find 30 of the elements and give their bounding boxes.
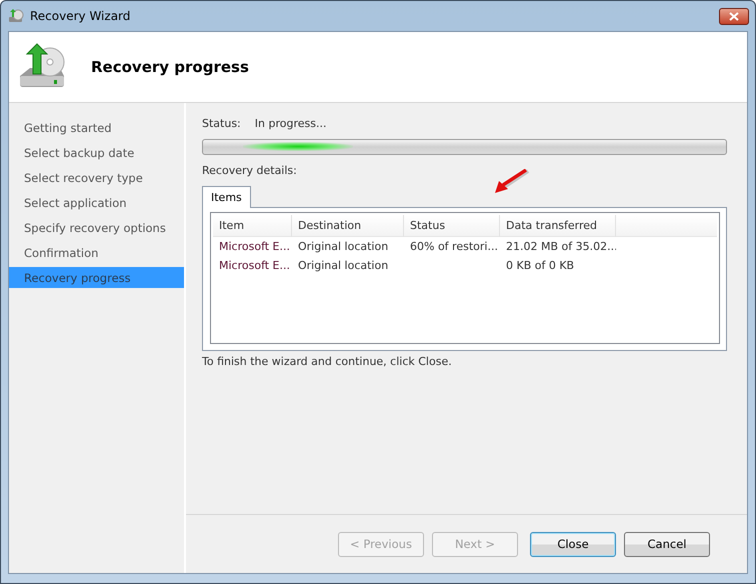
step-item[interactable]: Select backup date — [9, 140, 184, 165]
page-title: Recovery progress — [91, 58, 249, 76]
table-cell-text: Microsoft E... — [218, 239, 291, 255]
close-icon — [729, 12, 739, 20]
table-cell-text: Original location — [297, 258, 390, 274]
disk-restore-icon — [8, 8, 24, 24]
step-item[interactable]: Select recovery type — [9, 165, 184, 190]
table-cell-text: 21.02 MB of 35.02... — [505, 239, 616, 255]
step-item[interactable]: Getting started — [9, 115, 184, 140]
column-header[interactable]: Data transferred — [500, 215, 616, 237]
close-button[interactable] — [719, 8, 749, 24]
table-cell-text: Original location — [297, 239, 390, 255]
wizard-button[interactable]: Cancel — [624, 532, 710, 556]
status-value: In progress... — [254, 117, 326, 130]
step-item[interactable]: Select application — [9, 190, 184, 215]
column-header[interactable]: Destination — [292, 215, 404, 237]
step-item[interactable]: Confirmation — [9, 240, 184, 265]
column-header[interactable]: Item — [213, 215, 292, 237]
details-label: Recovery details: — [202, 164, 298, 177]
table-cell-text: 0 KB of 0 KB — [505, 258, 576, 274]
wizard-button[interactable]: Close — [530, 532, 616, 556]
table-cell-text: Microsoft E... — [218, 258, 291, 274]
step-item[interactable]: Specify recovery options — [9, 215, 184, 240]
items-tab[interactable]: Items — [202, 186, 251, 208]
status-label: Status: — [202, 117, 241, 130]
table-cell-text: 60% of restori... — [409, 239, 499, 255]
window-title: Recovery Wizard — [30, 9, 132, 23]
hint-text: To finish the wizard and continue, click Close. — [202, 355, 453, 368]
column-header[interactable]: Status — [404, 215, 500, 237]
step-item[interactable]: Recovery progress — [9, 267, 184, 288]
